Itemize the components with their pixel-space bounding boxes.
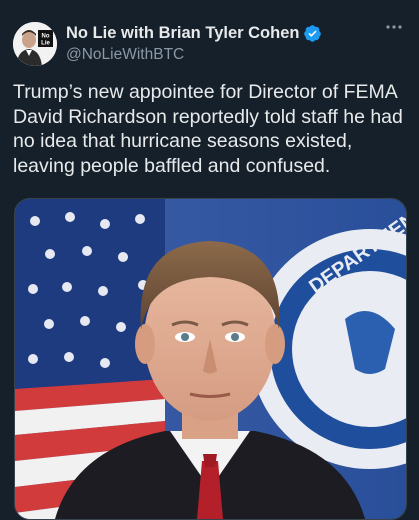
verified-badge-icon <box>303 24 322 43</box>
more-options-icon[interactable] <box>385 24 403 30</box>
avatar-badge-line-2: Lie <box>41 41 50 47</box>
author-block: No Lie with Brian Tyler Cohen @NoLieWith… <box>66 22 366 64</box>
author-handle[interactable]: @NoLieWithBTC <box>66 46 366 64</box>
tweet-photo[interactable]: DEPARTMEN <box>14 198 407 520</box>
tweet: No Lie No Lie with Brian Tyler Cohen @No… <box>0 0 419 520</box>
photo-of-man-in-suit-before-flags-icon: DEPARTMEN <box>15 199 406 519</box>
avatar-badge-line-1: No <box>42 34 50 40</box>
name-row: No Lie with Brian Tyler Cohen <box>66 22 366 44</box>
display-name[interactable]: No Lie with Brian Tyler Cohen <box>66 24 299 43</box>
tweet-text: Trump’s new appointee for Director of FE… <box>13 81 403 177</box>
avatar-image: No Lie <box>13 22 57 66</box>
avatar[interactable]: No Lie <box>13 22 57 66</box>
